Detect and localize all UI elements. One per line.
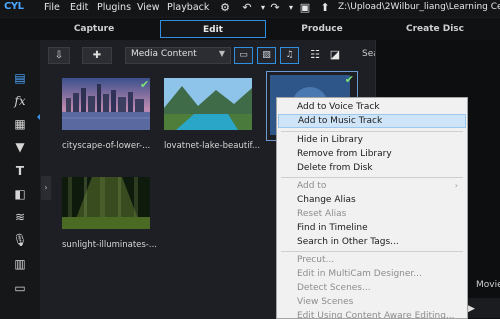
menu-edit-in-multicam[interactable]: Edit in MultiCam Designer... [278, 267, 466, 281]
redo-icon[interactable]: ↷ [268, 1, 282, 15]
library-item[interactable]: sunlight-illuminates-... [62, 177, 162, 257]
app-logo: CYL [4, 1, 24, 12]
thumbnail-image [62, 78, 150, 130]
menu-add-to-label: Add to [297, 181, 327, 191]
particle-room-icon[interactable]: ▼ [11, 139, 29, 155]
project-path: Z:\Upload\2Wilbur_liang\Learning Center [338, 2, 500, 12]
chevron-down-icon: ▼ [218, 49, 225, 58]
title-room-icon[interactable]: T [11, 163, 29, 179]
library-toolbar: ⇩ ✚ Media Content ▼ ▭ ▨ ♫ ☷ ◪ Sea [40, 44, 379, 66]
tab-produce[interactable]: Produce [270, 20, 374, 38]
menu-search-in-other-tags[interactable]: Search in Other Tags... [278, 235, 466, 249]
menu-separator [281, 131, 463, 132]
voice-record-icon[interactable]: 🎙 [11, 232, 29, 248]
audio-mixing-icon[interactable]: ≋ [11, 209, 29, 225]
play-icon[interactable]: ▶ [468, 304, 475, 314]
menu-reset-alias[interactable]: Reset Alias [278, 207, 466, 221]
fx-room-icon[interactable]: fx [11, 93, 29, 109]
import-media-button[interactable]: ⇩ [48, 47, 70, 64]
menu-find-in-timeline[interactable]: Find in Timeline [278, 221, 466, 235]
movie-mode-label[interactable]: Movie [476, 280, 500, 290]
sort-icon[interactable]: ◪ [328, 48, 342, 62]
menu-separator [281, 251, 463, 252]
chapter-room-icon[interactable]: ▥ [11, 256, 29, 272]
menu-separator [281, 177, 463, 178]
thumbnail-image [164, 78, 252, 130]
module-tabs: Capture Edit Produce Create Disc [0, 18, 500, 40]
chevron-right-icon: › [454, 181, 458, 190]
menu-detect-scenes[interactable]: Detect Scenes... [278, 281, 466, 295]
context-menu: Add to Voice Track Add to Music Track Hi… [276, 97, 468, 319]
save-icon[interactable]: ▣ [298, 1, 312, 15]
menu-view[interactable]: View [137, 2, 160, 13]
subtitle-room-icon[interactable]: ▭ [11, 280, 29, 296]
tab-edit[interactable]: Edit [160, 20, 266, 38]
content-type-label: Media Content [131, 49, 197, 59]
media-room-icon[interactable]: ▤ [11, 70, 29, 86]
settings-icon[interactable]: ⚙ [218, 1, 232, 15]
menu-plugins[interactable]: Plugins [97, 2, 131, 13]
check-icon: ✔ [140, 78, 150, 91]
library-item[interactable]: lovatnet-lake-beautif... [164, 78, 264, 158]
tab-capture[interactable]: Capture [42, 20, 146, 38]
thumbnail-caption: lovatnet-lake-beautif... [164, 141, 261, 151]
menu-playback[interactable]: Playback [167, 2, 209, 13]
transition-room-icon[interactable]: ◧ [11, 186, 29, 202]
view-mode-icon[interactable]: ☷ [308, 48, 322, 62]
menu-delete-from-disk[interactable]: Delete from Disk [278, 161, 466, 175]
menu-content-aware-editing[interactable]: Edit Using Content Aware Editing... [278, 309, 466, 319]
menu-add-to-voice-track[interactable]: Add to Voice Track [278, 100, 466, 114]
menu-hide-in-library[interactable]: Hide in Library [278, 133, 466, 147]
check-icon: ✔ [344, 73, 354, 86]
menu-edit[interactable]: Edit [70, 2, 88, 13]
menu-file[interactable]: File [44, 2, 60, 13]
expand-panel-button[interactable]: › [41, 176, 51, 200]
tab-create-disc[interactable]: Create Disc [380, 20, 490, 38]
audio-filter-button[interactable]: ♫ [280, 47, 299, 64]
upload-icon[interactable]: ⬆ [318, 1, 332, 15]
redo-dropdown-icon[interactable]: ▾ [284, 1, 298, 15]
video-filter-button[interactable]: ▭ [234, 47, 253, 64]
thumbnail-caption: cityscape-of-lower-... [62, 141, 151, 151]
menu-remove-from-library[interactable]: Remove from Library [278, 147, 466, 161]
menu-change-alias[interactable]: Change Alias [278, 193, 466, 207]
pip-room-icon[interactable]: ▦ [11, 116, 29, 132]
image-filter-button[interactable]: ▨ [257, 47, 276, 64]
menu-view-scenes[interactable]: View Scenes [278, 295, 466, 309]
thumbnail-caption: sunlight-illuminates-... [62, 240, 157, 250]
menu-add-to[interactable]: Add to › [278, 179, 466, 193]
plugin-button[interactable]: ✚ [82, 47, 112, 64]
menu-bar: CYL File Edit Plugins View Playback ⚙ ↶ … [0, 0, 500, 17]
thumbnail-image [62, 177, 150, 229]
room-rail: ▤ fx ▦ ▼ T ◧ ≋ 🎙 ▥ ▭ [0, 40, 41, 319]
menu-add-to-music-track[interactable]: Add to Music Track [278, 114, 466, 128]
library-item[interactable]: ✔ cityscape-of-lower-... [62, 78, 162, 158]
menu-precut[interactable]: Precut... [278, 253, 466, 267]
undo-icon[interactable]: ↶ [240, 1, 254, 15]
content-type-dropdown[interactable]: Media Content ▼ [125, 47, 231, 64]
